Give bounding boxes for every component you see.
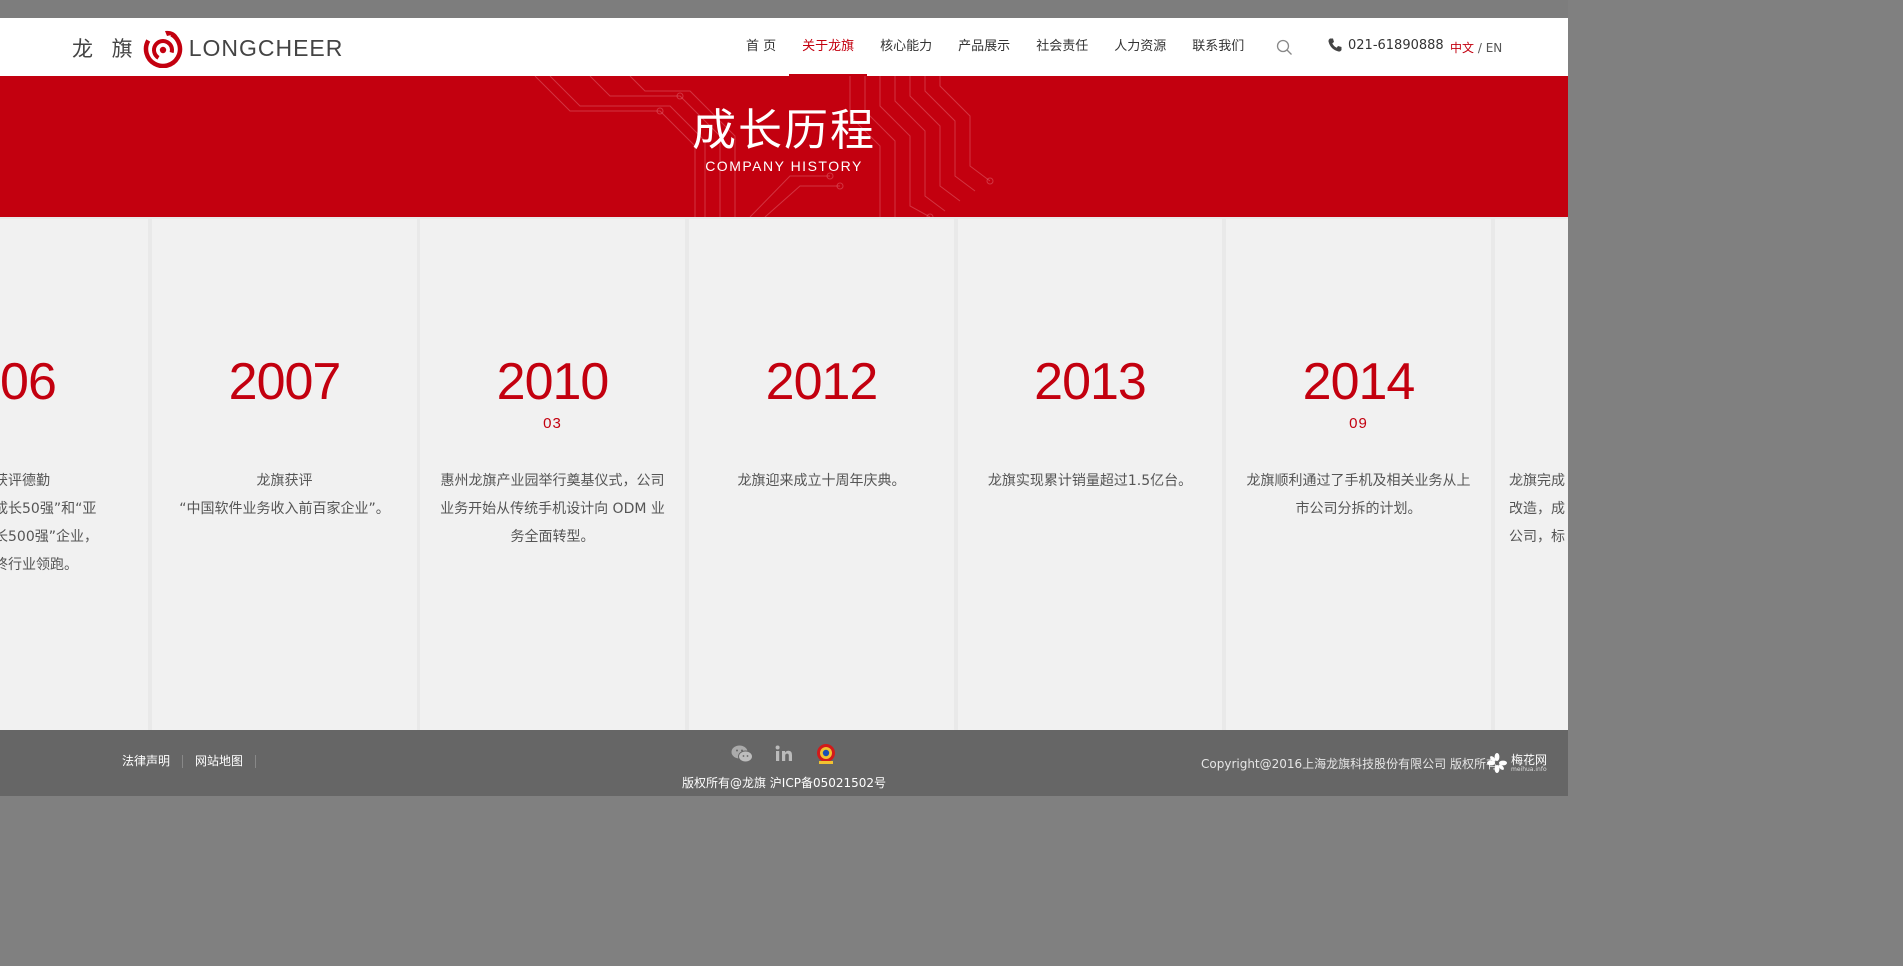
main-nav: 首 页关于龙旗 核心能力 产品展示 社会责任 人力资源 联系我们	[733, 18, 1257, 76]
nav-item[interactable]: 首 页	[733, 18, 789, 76]
timeline-year: 2012	[765, 353, 879, 411]
nav-item[interactable]: 核心能力	[867, 18, 945, 76]
social-links	[730, 742, 838, 766]
flower-logo-icon	[1487, 753, 1507, 773]
timeline-year: 2013	[1034, 353, 1147, 411]
footer-links: 法律声明 网站地图	[110, 755, 257, 768]
timeline-card[interactable]: 006 续获评德勤 高成长50强”和“亚 成长500强”企业， 始终行业领跑。	[0, 219, 148, 730]
logo-english-name: LONGCHEER	[188, 34, 344, 61]
timeline-description: 龙旗完成 改造，成 公司，标	[1509, 473, 1565, 545]
phone-contact: 021-61890888	[1327, 37, 1444, 53]
timeline-year: 2007	[228, 353, 342, 411]
nav-item[interactable]: 社会责任	[1023, 18, 1101, 76]
timeline-card[interactable]: 2010 03 惠州龙旗产业园举行奠基仪式，公司业务开始从传统手机设计向 ODM 业…	[420, 219, 685, 730]
wechat-icon[interactable]	[730, 742, 754, 766]
lang-english-link[interactable]: EN	[1486, 41, 1503, 55]
timeline-card[interactable]: 龙旗完成 改造，成 公司，标	[1495, 219, 1568, 730]
dragon-logo-icon	[143, 29, 182, 68]
timeline-description: 惠州龙旗产业园举行奠基仪式，公司业务开始从传统手机设计向 ODM 业务全面转型。	[440, 473, 665, 545]
timeline-card[interactable]: 2012 龙旗迎来成立十周年庆典。	[689, 219, 954, 730]
phone-number: 021-61890888	[1348, 37, 1444, 53]
linkedin-icon[interactable]	[772, 742, 796, 766]
nav-item[interactable]: 人力资源	[1101, 18, 1179, 76]
language-switch: 中文 / EN	[1450, 39, 1502, 56]
timeline-description: 龙旗迎来成立十周年庆典。	[737, 473, 906, 489]
logo[interactable]: 龙 旗 LONGCHEER	[72, 28, 343, 68]
police-badge-icon[interactable]	[814, 742, 838, 766]
history-timeline[interactable]: 006 续获评德勤 高成长50强”和“亚 成长500强”企业， 始终行业领跑。 20…	[0, 217, 1568, 730]
watermark-subtext: meihua.info	[1511, 765, 1547, 773]
site-header: 龙 旗 LONGCHEER 首 页关于龙旗 核心能力 产品展示 社会责任 人力资源 联系我…	[0, 18, 1568, 76]
nav-item[interactable]: 产品展示	[945, 18, 1023, 76]
timeline-description: 续获评德勤 高成长50强”和“亚 成长500强”企业， 始终行业领跑。	[0, 473, 98, 573]
watermark-text: 梅花网	[1511, 752, 1548, 767]
page-title: 成长历程	[692, 105, 876, 156]
timeline-year: 006	[0, 353, 57, 411]
browser-top-strip	[0, 0, 1568, 18]
page-banner: 成长历程 COMPANY HISTORY	[0, 76, 1568, 217]
lang-separator: /	[1474, 41, 1486, 55]
timeline-description: 龙旗顺利通过了手机及相关业务从上市公司分拆的计划。	[1246, 473, 1471, 517]
lang-chinese-link[interactable]: 中文	[1450, 41, 1474, 55]
nav-item[interactable]: 关于龙旗	[789, 18, 868, 76]
copyright-text: Copyright@2016上海龙旗科技股份有限公司 版权所有	[1201, 757, 1498, 771]
icp-record: 版权所有@龙旗 沪ICP备05021502号	[681, 776, 887, 790]
timeline-card[interactable]: 2013 龙旗实现累计销量超过1.5亿台。	[958, 219, 1222, 730]
timeline-description: 龙旗实现累计销量超过1.5亿台。	[987, 473, 1193, 489]
timeline-year: 2014	[1302, 353, 1416, 411]
logo-chinese-name: 龙 旗	[72, 37, 139, 61]
timeline-card[interactable]: 2014 09 龙旗顺利通过了手机及相关业务从上市公司分拆的计划。	[1226, 219, 1491, 730]
timeline-month: 09	[1349, 415, 1368, 432]
timeline-year: 2010	[496, 353, 610, 411]
footer-link[interactable]: 网站地图	[183, 755, 257, 768]
timeline-card[interactable]: 2007 龙旗获评 “中国软件业务收入前百家企业”。	[152, 219, 417, 730]
timeline-month: 03	[543, 415, 562, 432]
meihua-watermark: 梅花网 meihua.info	[1486, 752, 1547, 774]
footer-link[interactable]: 法律声明	[110, 755, 184, 768]
timeline-description: 龙旗获评 “中国软件业务收入前百家企业”。	[179, 473, 390, 517]
page-subtitle: COMPANY HISTORY	[705, 158, 863, 174]
site-footer: 法律声明 网站地图 版权所有@龙旗 沪ICP备05021502号 Copyrigh…	[0, 730, 1568, 796]
search-icon[interactable]	[1276, 39, 1293, 56]
phone-icon	[1328, 38, 1342, 52]
nav-item[interactable]: 联系我们	[1179, 18, 1257, 76]
